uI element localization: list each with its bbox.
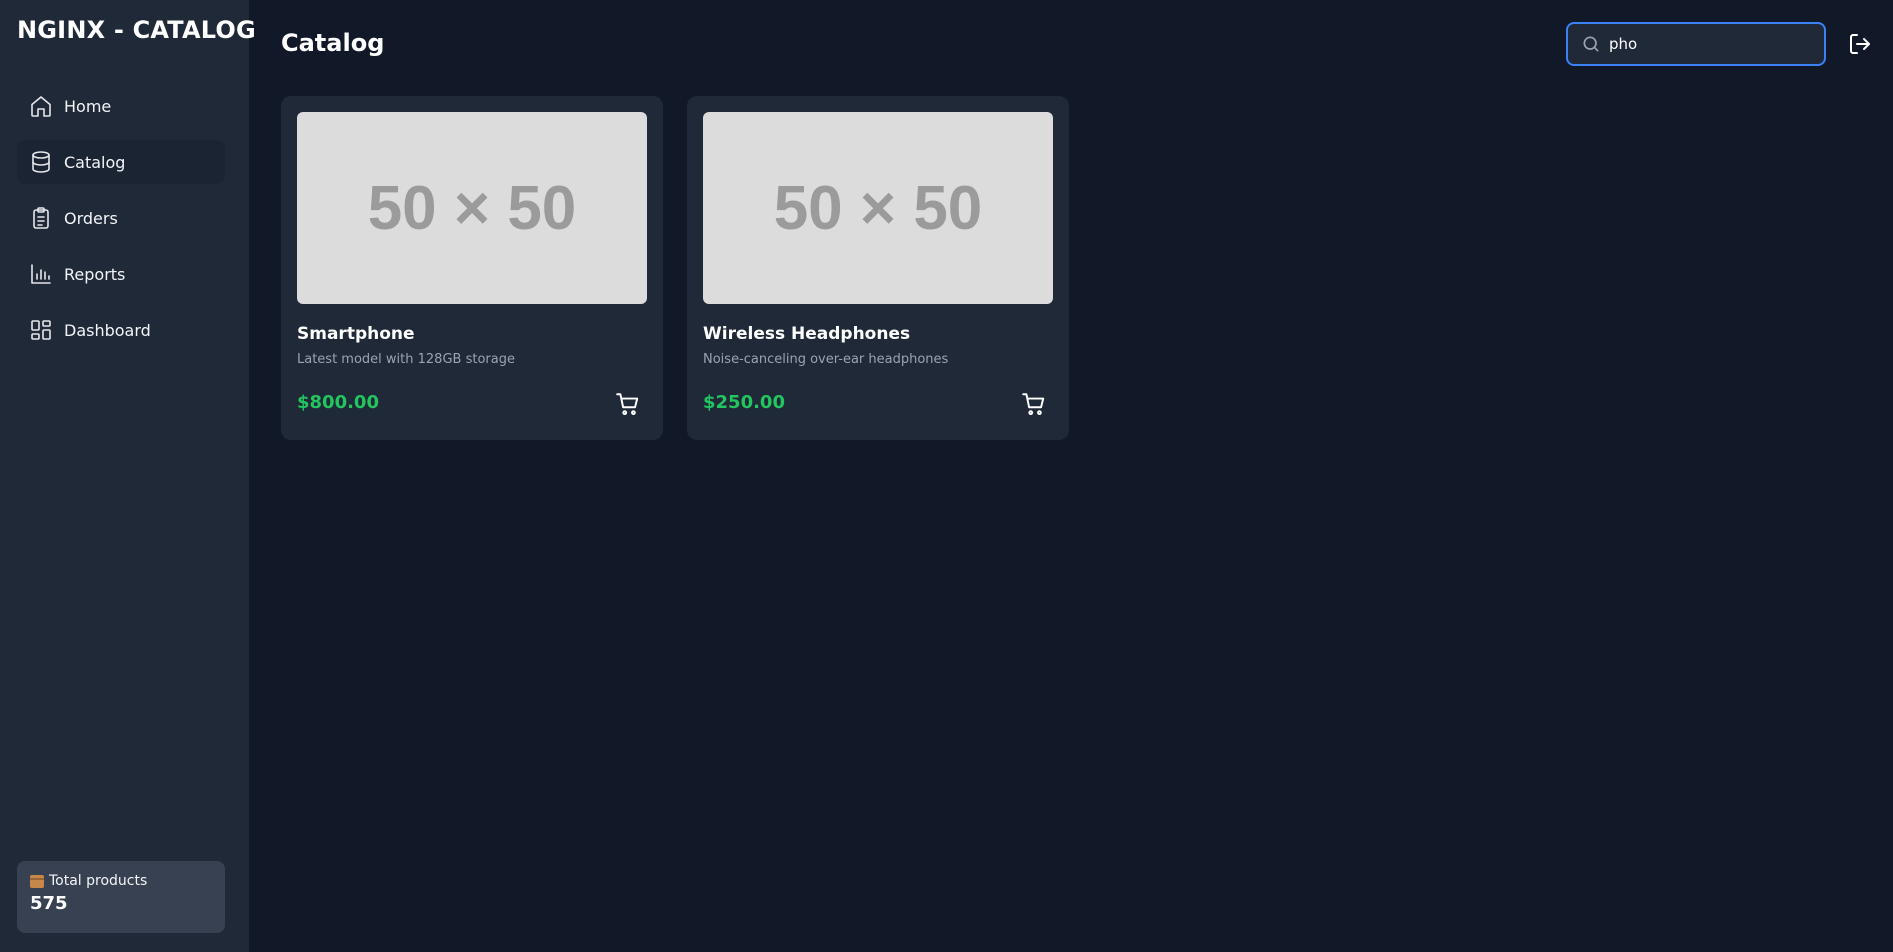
- clipboard-list-icon: [29, 206, 53, 230]
- product-grid: 50 × 50 Smartphone Latest model with 128…: [281, 96, 1069, 440]
- product-description: Latest model with 128GB storage: [297, 352, 515, 367]
- cart-icon: [1021, 391, 1047, 417]
- product-image-placeholder: 50 × 50: [297, 112, 647, 304]
- product-image-placeholder: 50 × 50: [703, 112, 1053, 304]
- brand-title: NGINX - CATALOG: [17, 16, 256, 44]
- product-price: $800.00: [297, 392, 379, 413]
- cart-icon: [615, 391, 641, 417]
- package-icon: [30, 874, 44, 888]
- product-card[interactable]: 50 × 50 Wireless Headphones Noise-cancel…: [687, 96, 1069, 440]
- product-name: Smartphone: [297, 324, 415, 344]
- layout-grid-icon: [29, 318, 53, 342]
- total-products-card: Total products 575: [17, 861, 225, 933]
- product-price: $250.00: [703, 392, 785, 413]
- logout-icon: [1848, 32, 1872, 56]
- product-name: Wireless Headphones: [703, 324, 911, 344]
- sidebar-item-label: Orders: [64, 208, 118, 228]
- total-products-label-row: Total products: [30, 873, 212, 889]
- page-title: Catalog: [281, 29, 385, 57]
- sidebar-nav: Home Catalog Orders Reports Dashboard: [17, 84, 225, 364]
- sidebar-item-label: Catalog: [64, 152, 126, 172]
- sidebar-item-label: Reports: [64, 264, 126, 284]
- sidebar-item-catalog[interactable]: Catalog: [17, 140, 225, 184]
- sidebar-item-label: Home: [64, 96, 112, 116]
- sidebar-item-reports[interactable]: Reports: [17, 252, 225, 296]
- sidebar-item-orders[interactable]: Orders: [17, 196, 225, 240]
- search-box[interactable]: [1566, 22, 1826, 66]
- product-description: Noise-canceling over-ear headphones: [703, 352, 949, 367]
- sidebar-item-label: Dashboard: [64, 320, 151, 340]
- total-products-value: 575: [30, 893, 68, 914]
- home-icon: [29, 94, 53, 118]
- search-icon: [1581, 34, 1609, 54]
- sidebar: NGINX - CATALOG Home Catalog Orders Repo…: [0, 0, 256, 952]
- logout-button[interactable]: [1848, 32, 1872, 56]
- add-to-cart-button[interactable]: [615, 391, 641, 417]
- bar-chart-icon: [29, 262, 53, 286]
- database-icon: [29, 150, 53, 174]
- total-products-label: Total products: [49, 873, 148, 889]
- product-card[interactable]: 50 × 50 Smartphone Latest model with 128…: [281, 96, 663, 440]
- sidebar-item-home[interactable]: Home: [17, 84, 225, 128]
- add-to-cart-button[interactable]: [1021, 391, 1047, 417]
- search-input[interactable]: [1609, 35, 1809, 53]
- sidebar-item-dashboard[interactable]: Dashboard: [17, 308, 225, 352]
